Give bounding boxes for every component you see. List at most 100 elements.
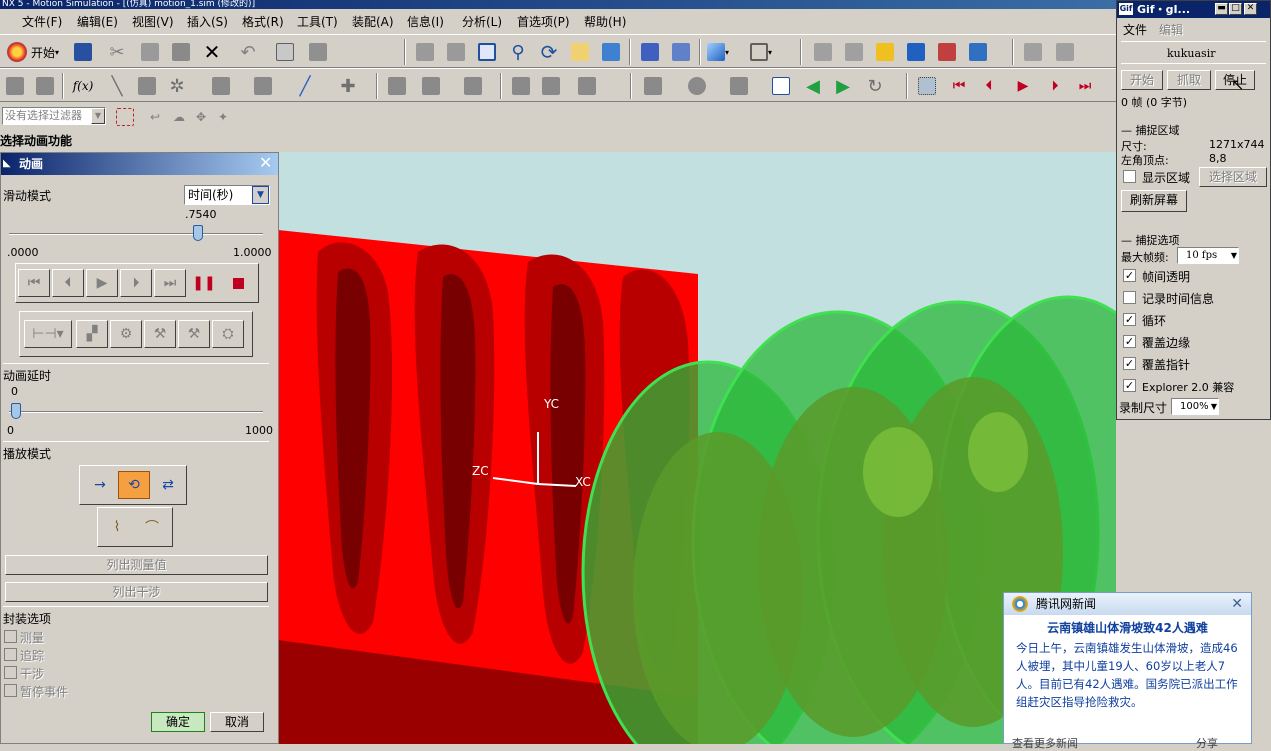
play-forward-button[interactable]: ▶ [86, 269, 118, 297]
option-checkbox-3[interactable]: ✓ [1123, 335, 1136, 348]
loop-button[interactable]: ↻ [862, 73, 888, 99]
motion-button-3[interactable] [872, 39, 898, 65]
perspective-button[interactable] [598, 39, 624, 65]
tool-a-button[interactable] [2, 73, 28, 99]
menu-edit[interactable]: 编辑(E) [77, 13, 118, 30]
fast-forward-button[interactable]: ⏭ [154, 269, 186, 297]
packaging-button[interactable] [726, 73, 752, 99]
menu-format[interactable]: 格式(R) [242, 13, 284, 30]
step-forward-button[interactable]: ⏵ [1042, 73, 1068, 99]
pan-button[interactable] [567, 39, 593, 65]
pause-button[interactable]: ❚❚ [188, 269, 220, 297]
render-style-button[interactable]: ▾ [705, 39, 731, 65]
step-back-button[interactable]: ⏴ [976, 73, 1002, 99]
menu-help[interactable]: 帮助(H) [584, 13, 626, 30]
trace-button[interactable] [684, 73, 710, 99]
spring2-button[interactable] [208, 73, 234, 99]
preferences-button[interactable] [272, 39, 298, 65]
checklist-button[interactable] [768, 73, 794, 99]
undo-select-button[interactable]: ↩ [142, 104, 168, 130]
fit-button[interactable] [474, 39, 500, 65]
record-size-dropdown[interactable]: 100% ▼ [1171, 398, 1219, 415]
pen-button[interactable]: ╱ [292, 73, 318, 99]
motion-button-4[interactable] [903, 39, 929, 65]
layer-button-2[interactable] [668, 39, 694, 65]
pause-event-checkbox[interactable] [4, 684, 17, 697]
angle-button[interactable] [1052, 39, 1078, 65]
menu-tools[interactable]: 工具(T) [297, 13, 338, 30]
play-once-button[interactable]: → [84, 471, 116, 499]
slide-mode-dropdown[interactable]: 时间(秒) ▼ [184, 185, 270, 205]
graphics-viewport[interactable]: YC XC ZC [278, 152, 1116, 744]
tool-6-button[interactable]: ⛭ [212, 320, 244, 348]
time-slider-thumb[interactable] [192, 225, 203, 241]
delay-slider-track[interactable] [9, 411, 263, 413]
motion-button-5[interactable] [934, 39, 960, 65]
max-fps-dropdown[interactable]: 10 fps ▼ [1177, 247, 1239, 264]
time-slider-track[interactable] [9, 233, 263, 235]
delay-slider-thumb[interactable] [11, 403, 21, 419]
zoom-button[interactable]: ⚲ [505, 39, 531, 65]
measure-tool-button[interactable]: ⊢⊣▾ [24, 320, 72, 348]
forward-button[interactable]: ▶ [830, 73, 856, 99]
body-button-2[interactable] [538, 73, 564, 99]
flag-button[interactable] [134, 73, 160, 99]
motion-button-1[interactable] [810, 39, 836, 65]
body-button-1[interactable] [508, 73, 534, 99]
snap-button[interactable] [112, 104, 138, 130]
menu-preferences[interactable]: 首选项(P) [517, 13, 570, 30]
wrap-button[interactable] [418, 73, 444, 99]
undo-button[interactable]: ↶ [235, 39, 261, 65]
news-headline[interactable]: 云南镇雄山体滑坡致42人遇难 [1004, 619, 1251, 636]
measure-button[interactable] [1020, 39, 1046, 65]
interference-checkbox[interactable] [4, 666, 17, 679]
gif-capture-button[interactable]: 抓取 [1167, 70, 1211, 90]
menu-info[interactable]: 信息(I) [407, 13, 444, 30]
stop-button[interactable] [222, 269, 254, 297]
menu-analysis[interactable]: 分析(L) [462, 13, 502, 30]
rewind-start-button[interactable]: ⏮ [18, 269, 50, 297]
option-checkbox-2[interactable]: ✓ [1123, 313, 1136, 326]
news-more-link[interactable]: 查看更多新闻 [1012, 735, 1078, 751]
option-checkbox-4[interactable]: ✓ [1123, 357, 1136, 370]
rewind-button[interactable]: ⏮ [946, 73, 972, 99]
close-button[interactable]: ✕ [1244, 3, 1257, 15]
maximize-button[interactable]: □ [1229, 3, 1242, 15]
play-button[interactable]: ▶ [1010, 73, 1036, 99]
trace-mode-1-button[interactable]: ⌇ [101, 513, 133, 541]
hand-button[interactable] [384, 73, 410, 99]
start-button[interactable]: 开始 ▾ [2, 39, 64, 65]
loop-mode-button[interactable]: ⟲ [118, 471, 150, 499]
cancel-button[interactable]: 取消 [210, 712, 264, 732]
layer-button-1[interactable] [637, 39, 663, 65]
list-measurements-button[interactable]: 列出测量值 [5, 555, 268, 575]
gear2-button[interactable]: ✲ [164, 73, 190, 99]
minimize-button[interactable]: ▬ [1215, 3, 1228, 15]
menu-view[interactable]: 视图(V) [132, 13, 174, 30]
selection-filter-dropdown[interactable]: 没有选择过滤器 ▼ [2, 107, 106, 125]
function-button[interactable]: f(x) [70, 73, 96, 99]
list-interference-button[interactable]: 列出干涉 [5, 582, 268, 602]
paste-button[interactable] [168, 39, 194, 65]
gif-menu-file[interactable]: 文件 [1123, 21, 1147, 38]
tool-5-button[interactable]: ⚒ [178, 320, 210, 348]
gif-menu-edit[interactable]: 编辑 [1159, 21, 1183, 38]
rotate-button[interactable]: ⟳ [536, 39, 562, 65]
back-button[interactable]: ◀ [800, 73, 826, 99]
trace-checkbox[interactable] [4, 648, 17, 661]
reverse-mode-button[interactable]: ⇄ [152, 471, 184, 499]
fast-forward-button[interactable]: ⏭ [1072, 73, 1098, 99]
gif-start-button[interactable]: 开始 [1121, 70, 1163, 90]
tool-b-button[interactable] [32, 73, 58, 99]
step-back-button[interactable]: ⏴ [52, 269, 84, 297]
tool-3-button[interactable]: ⚙ [110, 320, 142, 348]
copy-button[interactable] [137, 39, 163, 65]
ok-button[interactable]: 确定 [151, 712, 205, 732]
selection-button[interactable] [305, 39, 331, 65]
measure-checkbox[interactable] [4, 630, 17, 643]
anim-toggle-button[interactable] [914, 73, 940, 99]
point-button[interactable]: ✚ [335, 73, 361, 99]
tool-2-button[interactable]: ▞ [76, 320, 108, 348]
body-button-3[interactable] [574, 73, 600, 99]
news-close-button[interactable]: ✕ [1231, 593, 1243, 615]
